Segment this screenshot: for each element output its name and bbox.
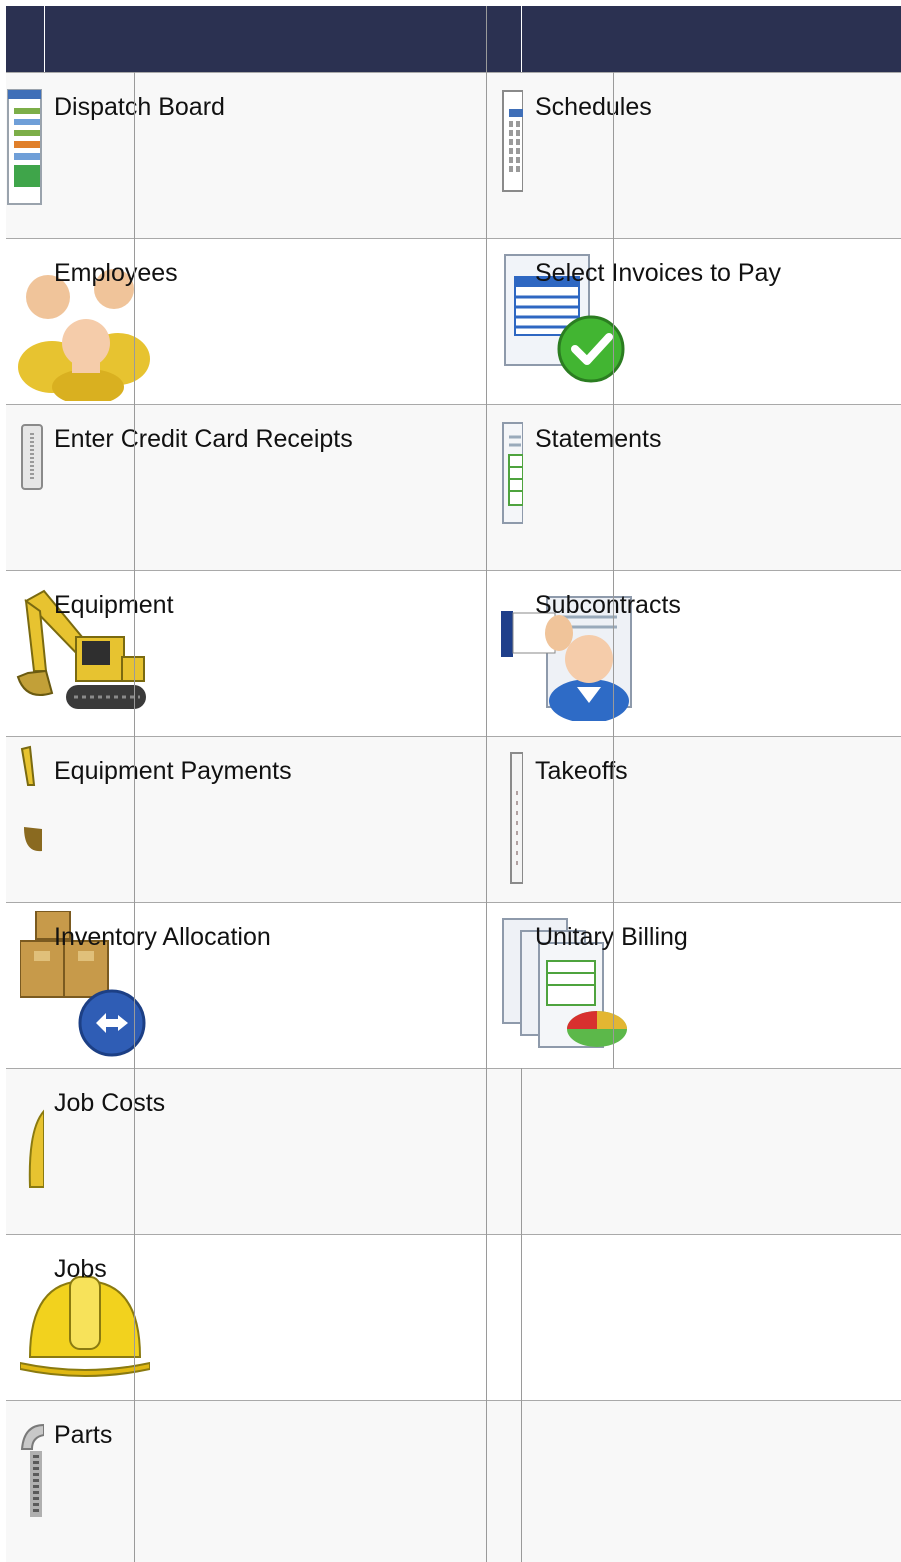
schedules-icon [502, 90, 523, 192]
tile-label: Parts [54, 1421, 113, 1449]
tile-equipment[interactable]: Equipment [6, 570, 486, 736]
grid-line [613, 72, 614, 1068]
tile-jobs[interactable]: Jobs [6, 1234, 486, 1400]
header-right-stub [487, 6, 521, 72]
header-left-column [45, 6, 486, 72]
tile-label: Equipment [54, 591, 174, 619]
hard-hat-icon [20, 1276, 150, 1377]
tile-unitary-billing[interactable]: Unitary Billing [487, 902, 901, 1068]
tile-label: Employees [54, 259, 178, 287]
tile-dispatch-board[interactable]: Dispatch Board [6, 72, 486, 238]
tile-label: Enter Credit Card Receipts [54, 425, 353, 453]
tile-empty [487, 1068, 901, 1234]
tile-subcontracts[interactable]: Subcontracts [487, 570, 901, 736]
parts-icon [20, 1423, 44, 1517]
tile-job-costs[interactable]: Job Costs [6, 1068, 486, 1234]
tile-label: Job Costs [54, 1089, 166, 1117]
tile-empty [487, 1400, 901, 1562]
grid-line [134, 72, 135, 1562]
header-right-column [522, 6, 901, 72]
tile-schedules[interactable]: Schedules [487, 72, 901, 238]
tile-label: Dispatch Board [54, 93, 225, 121]
tile-statements[interactable]: Statements [487, 404, 901, 570]
tile-employees[interactable]: Employees [6, 238, 486, 404]
tile-enter-credit-card-receipts[interactable]: Enter Credit Card Receipts [6, 404, 486, 570]
tile-select-invoices-to-pay[interactable]: Select Invoices to Pay [487, 238, 901, 404]
grid-line [521, 1068, 522, 1562]
tile-label: Inventory Allocation [54, 923, 271, 951]
equipment-payments-icon [20, 745, 42, 852]
tile-label: Unitary Billing [535, 923, 688, 951]
statements-icon [502, 422, 523, 524]
tile-grid: Dispatch Board Employees Enter Credit Ca… [6, 6, 901, 1562]
tile-label: Subcontracts [535, 591, 681, 619]
tile-label: Schedules [535, 93, 652, 121]
tile-label: Select Invoices to Pay [535, 259, 781, 287]
dispatch-board-icon [7, 89, 42, 205]
takeoffs-icon [510, 752, 523, 884]
tile-parts[interactable]: Parts [6, 1400, 486, 1562]
tile-label: Equipment Payments [54, 757, 292, 785]
tile-equipment-payments[interactable]: Equipment Payments [6, 736, 486, 902]
job-costs-icon [28, 1109, 44, 1188]
tile-empty [487, 1234, 901, 1400]
tile-inventory-allocation[interactable]: Inventory Allocation [6, 902, 486, 1068]
tile-takeoffs[interactable]: Takeoffs [487, 736, 901, 902]
tile-label: Jobs [54, 1255, 107, 1283]
column-divider [486, 6, 487, 1562]
credit-card-receipts-icon [21, 424, 43, 490]
tile-label: Statements [535, 425, 662, 453]
header-left-stub [6, 6, 44, 72]
